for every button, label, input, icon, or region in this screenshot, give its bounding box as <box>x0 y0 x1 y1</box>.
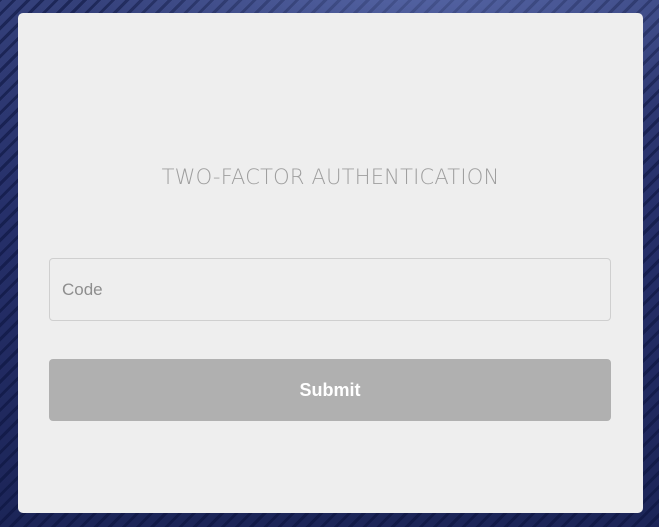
code-input[interactable] <box>49 258 611 321</box>
submit-button[interactable]: Submit <box>49 359 611 421</box>
page-title: TWO-FACTOR AUTHENTICATION <box>161 165 500 189</box>
two-factor-card: TWO-FACTOR AUTHENTICATION Submit <box>18 13 643 513</box>
